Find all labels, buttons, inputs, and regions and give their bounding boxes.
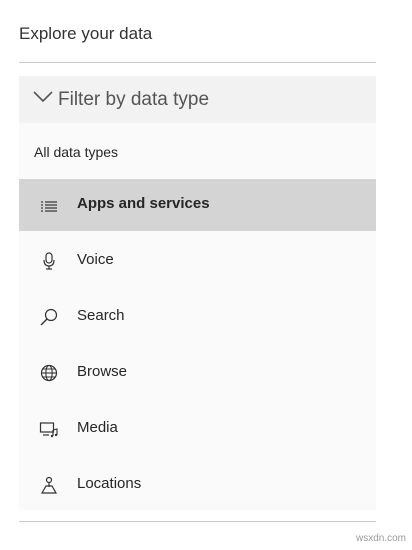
- list-item-locations[interactable]: Locations: [19, 459, 376, 511]
- item-label: Voice: [77, 251, 114, 268]
- list-icon: [41, 201, 57, 212]
- page-title: Explore your data: [19, 24, 153, 43]
- list-item-browse[interactable]: Browse: [19, 347, 376, 399]
- item-label: Locations: [77, 475, 142, 492]
- chevron-down-icon: [33, 91, 53, 103]
- watermark: wsxdn.com: [355, 533, 406, 544]
- page: Explore your data Filter by data type Al…: [0, 0, 412, 550]
- data-type-list: All data types Apps and services Voice S…: [19, 123, 376, 510]
- globe-icon: [40, 364, 58, 382]
- media-icon: [39, 422, 58, 438]
- list-item-apps-and-services[interactable]: Apps and services: [19, 179, 376, 231]
- microphone-icon: [43, 252, 55, 270]
- list-item-voice[interactable]: Voice: [19, 235, 376, 287]
- top-divider: [19, 62, 376, 63]
- all-data-types-label: All data types: [34, 144, 119, 160]
- list-item-media[interactable]: Media: [19, 403, 376, 455]
- filter-panel: Filter by data type All data types Apps …: [19, 76, 376, 510]
- list-item-search[interactable]: Search: [19, 291, 376, 343]
- list-item-all-data-types[interactable]: All data types: [19, 123, 376, 175]
- item-label: Apps and services: [77, 195, 210, 212]
- search-icon: [40, 308, 58, 326]
- filter-title: Filter by data type: [58, 89, 210, 110]
- bottom-divider: [19, 521, 376, 522]
- location-icon: [40, 476, 58, 494]
- item-label: Browse: [77, 363, 128, 380]
- filter-toggle[interactable]: Filter by data type: [19, 76, 376, 123]
- item-label: Media: [77, 419, 118, 436]
- item-label: Search: [77, 307, 125, 324]
